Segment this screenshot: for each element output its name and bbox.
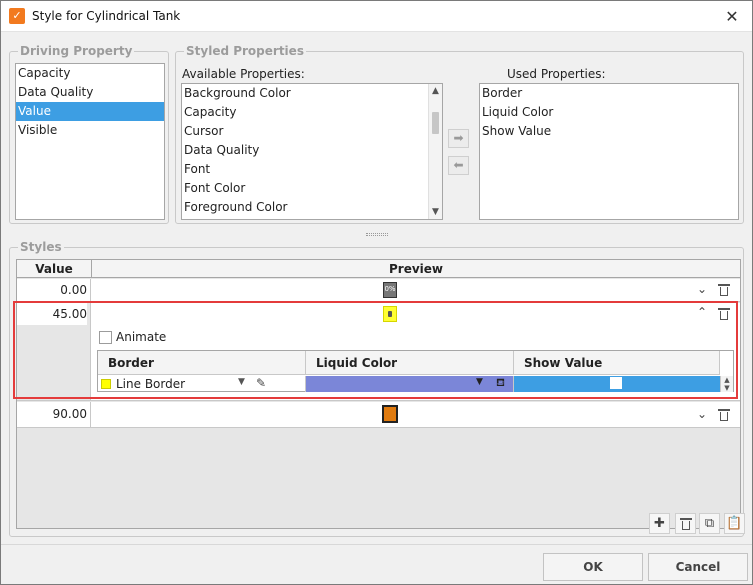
available-property-item[interactable]: Font Color — [182, 179, 442, 198]
available-property-item[interactable]: Cursor — [182, 122, 442, 141]
cancel-button[interactable]: Cancel — [648, 553, 748, 581]
used-properties-label: Used Properties: — [507, 67, 606, 81]
copy-style-button[interactable]: ⧉ — [699, 513, 720, 534]
chevron-down-icon[interactable]: ⌄ — [697, 282, 707, 296]
driving-property-group: Driving Property Capacity Data Quality V… — [9, 44, 169, 224]
style-row-value: 0.00 — [17, 279, 91, 301]
driving-property-item-selected[interactable]: Value — [16, 102, 164, 121]
available-property-item[interactable]: Background Color — [182, 84, 442, 103]
tank-preview-icon — [382, 405, 398, 423]
tank-preview-icon: 0% — [383, 282, 397, 298]
style-row[interactable]: 90.00 ⌄ — [17, 402, 740, 428]
dialog-window: ✓ Style for Cylindrical Tank ✕ Driving P… — [0, 0, 753, 585]
available-properties-scrollbar[interactable]: ▲ ▼ — [428, 84, 442, 219]
preview-column-header[interactable]: Preview — [92, 260, 740, 278]
styles-title: Styles — [18, 240, 64, 254]
app-logo-icon: ✓ — [9, 8, 25, 24]
splitter-grip[interactable] — [366, 233, 388, 236]
title-bar: ✓ Style for Cylindrical Tank ✕ — [1, 1, 752, 32]
scroll-thumb[interactable] — [432, 112, 439, 134]
used-property-item[interactable]: Liquid Color — [480, 103, 738, 122]
value-column-header[interactable]: Value — [17, 260, 92, 278]
delete-style-button[interactable] — [675, 513, 696, 534]
driving-property-list[interactable]: Capacity Data Quality Value Visible — [15, 63, 165, 220]
window-title: Style for Cylindrical Tank — [32, 9, 181, 23]
driving-property-item[interactable]: Data Quality — [16, 83, 164, 102]
available-properties-list[interactable]: Background Color Capacity Cursor Data Qu… — [181, 83, 443, 220]
available-property-item[interactable]: Font — [182, 160, 442, 179]
styled-properties-group: Styled Properties Available Properties: … — [175, 44, 744, 224]
available-property-item[interactable]: Capacity — [182, 103, 442, 122]
available-property-item[interactable]: Data Quality — [182, 141, 442, 160]
scroll-down-icon[interactable]: ▼ — [429, 205, 442, 219]
footer-divider — [1, 544, 752, 545]
used-property-item[interactable]: Border — [480, 84, 738, 103]
styled-properties-title: Styled Properties — [184, 44, 306, 58]
close-button[interactable]: ✕ — [712, 1, 752, 32]
scroll-up-icon[interactable]: ▲ — [429, 84, 442, 98]
trash-icon — [680, 517, 692, 530]
add-property-arrow-button[interactable]: ➡ — [448, 129, 469, 148]
remove-property-arrow-button[interactable]: ⬅ — [448, 156, 469, 175]
tank-preview-label: 0% — [384, 285, 396, 293]
selection-highlight — [13, 301, 738, 399]
driving-property-item[interactable]: Visible — [16, 121, 164, 140]
driving-property-title: Driving Property — [18, 44, 135, 58]
style-row[interactable]: 0.00 0% ⌄ — [17, 279, 740, 302]
paste-style-button[interactable]: 📋 — [724, 513, 745, 534]
used-property-item[interactable]: Show Value — [480, 122, 738, 141]
used-properties-list[interactable]: Border Liquid Color Show Value — [479, 83, 739, 220]
driving-property-item[interactable]: Capacity — [16, 64, 164, 83]
trash-icon[interactable] — [718, 408, 730, 421]
chevron-down-icon[interactable]: ⌄ — [697, 407, 707, 421]
available-property-item[interactable]: Foreground Color — [182, 198, 442, 217]
available-properties-label: Available Properties: — [182, 67, 305, 81]
style-row-value: 90.00 — [17, 402, 91, 427]
trash-icon[interactable] — [718, 283, 730, 296]
add-style-button[interactable]: ✚ — [649, 513, 670, 534]
ok-button[interactable]: OK — [543, 553, 643, 581]
